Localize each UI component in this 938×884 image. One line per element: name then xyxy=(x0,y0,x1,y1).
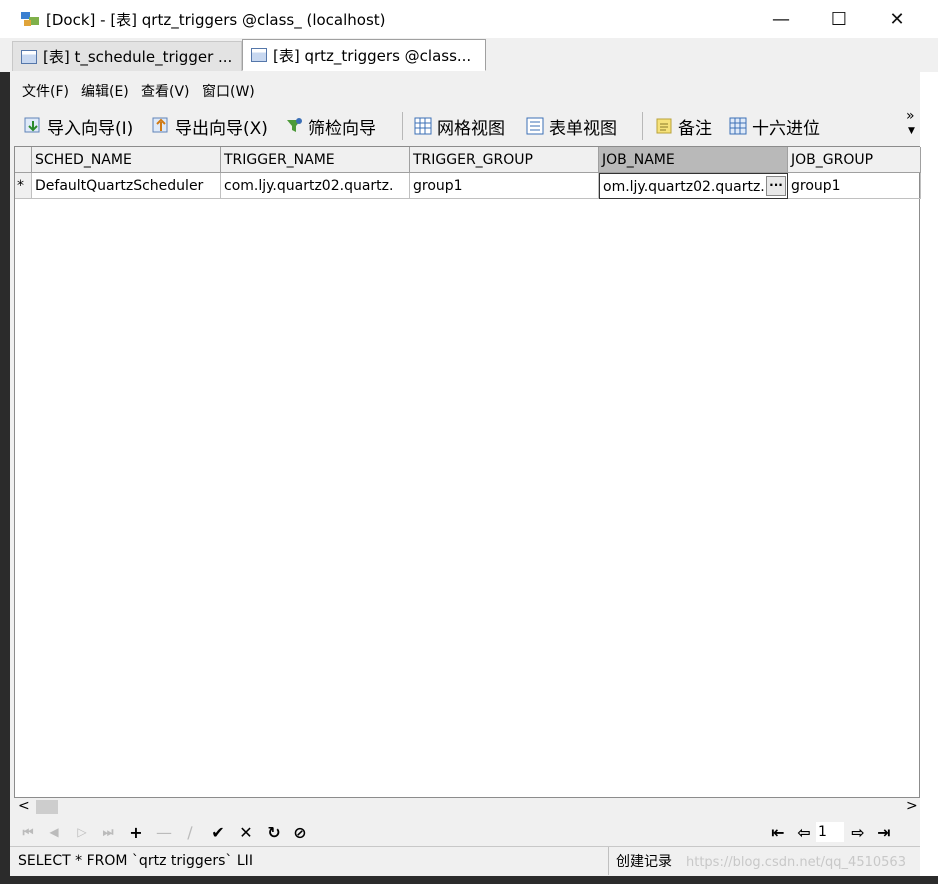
row-marker[interactable]: * xyxy=(15,173,32,199)
tab-label: [表] t_schedule_trigger ... xyxy=(43,48,233,66)
column-header-job-group[interactable]: JOB_GROUP xyxy=(788,147,921,173)
filter-wizard-button[interactable]: 筛检向导 xyxy=(285,113,376,139)
page-next-button[interactable]: ⇨ xyxy=(848,822,868,842)
export-icon xyxy=(152,117,170,135)
import-icon xyxy=(24,117,42,135)
cell-job-name-text: om.ljy.quartz02.quartz. xyxy=(603,179,765,195)
page-last-button[interactable]: ⇥ xyxy=(874,822,894,842)
form-icon xyxy=(526,117,544,135)
cell-sched-name[interactable]: DefaultQuartzScheduler xyxy=(32,173,221,199)
page-prev-button[interactable]: ⇦ xyxy=(794,822,814,842)
status-action-text: 创建记录 xyxy=(616,854,672,870)
row-selector-header xyxy=(15,147,32,173)
apply-changes-button[interactable]: ✔ xyxy=(208,822,228,842)
edit-record-button[interactable]: ∕ xyxy=(180,822,200,842)
record-navigation-bar: ⏮ ◀ ▷ ⏭ + — ∕ ✔ ✕ ↻ ⊘ ⇤ ⇦ 1 ⇨ ⇥ xyxy=(14,818,920,846)
next-record-button[interactable]: ▷ xyxy=(72,822,92,842)
menu-file[interactable]: 文件(F) xyxy=(22,81,69,101)
left-background-strip xyxy=(0,72,10,884)
hex-button[interactable]: 十六进位 xyxy=(729,113,820,139)
table-icon xyxy=(21,49,37,64)
status-divider xyxy=(608,847,609,875)
prev-record-button[interactable]: ◀ xyxy=(44,822,64,842)
first-record-button[interactable]: ⏮ xyxy=(18,822,38,842)
column-header-job-name[interactable]: JOB_NAME xyxy=(599,147,788,173)
menu-edit[interactable]: 编辑(E) xyxy=(81,81,129,101)
toolbar: 导入向导(I) 导出向导(X) 筛检向导 网格视图 表单视图 备注 十六进位 »… xyxy=(18,108,920,144)
grid-icon xyxy=(414,117,432,135)
cell-job-name-editing[interactable]: om.ljy.quartz02.quartz. xyxy=(599,173,788,199)
cancel-changes-button[interactable]: ✕ xyxy=(236,822,256,842)
import-wizard-button[interactable]: 导入向导(I) xyxy=(24,113,133,139)
tab-strip: [表] t_schedule_trigger ... [表] qrtz_trig… xyxy=(10,38,920,73)
tab-t-schedule-trigger[interactable]: [表] t_schedule_trigger ... xyxy=(12,41,242,71)
page-number-input[interactable]: 1 xyxy=(816,822,844,842)
page-first-button[interactable]: ⇤ xyxy=(768,822,788,842)
refresh-button[interactable]: ↻ xyxy=(264,822,284,842)
watermark-text: https://blog.csdn.net/qq_4510563 xyxy=(686,855,906,870)
data-grid: SCHED_NAME TRIGGER_NAME TRIGGER_GROUP JO… xyxy=(14,146,921,798)
title-bar: [Dock] - [表] qrtz_triggers @class_ (loca… xyxy=(0,0,938,38)
form-view-button[interactable]: 表单视图 xyxy=(526,113,617,139)
tab-label: [表] qrtz_triggers @class... xyxy=(273,46,472,65)
tab-qrtz-triggers[interactable]: [表] qrtz_triggers @class... xyxy=(242,39,486,71)
last-record-button[interactable]: ⏭ xyxy=(98,822,118,842)
menu-bar: 文件(F) 编辑(E) 查看(V) 窗口(W) xyxy=(10,72,920,106)
window-title: [Dock] - [表] qrtz_triggers @class_ (loca… xyxy=(46,11,386,29)
filter-icon xyxy=(285,117,303,135)
cell-ellipsis-button[interactable]: ··· xyxy=(766,176,786,196)
toolbar-overflow-button[interactable]: » xyxy=(906,108,915,124)
delete-record-button[interactable]: — xyxy=(154,822,174,842)
memo-icon xyxy=(655,117,673,135)
stop-button[interactable]: ⊘ xyxy=(290,822,310,842)
cell-trigger-group[interactable]: group1 xyxy=(410,173,599,199)
menu-view[interactable]: 查看(V) xyxy=(141,81,190,101)
grid-view-button[interactable]: 网格视图 xyxy=(414,113,505,139)
cell-job-group[interactable]: group1 xyxy=(788,173,921,199)
maximize-button[interactable]: ☐ xyxy=(816,4,862,34)
app-icon xyxy=(20,10,40,28)
right-background-strip xyxy=(920,72,938,884)
menu-window[interactable]: 窗口(W) xyxy=(202,81,255,101)
status-bar: SELECT * FROM `qrtz triggers` LII 创建记录 h… xyxy=(10,846,920,877)
scroll-thumb[interactable] xyxy=(36,800,58,814)
table-icon xyxy=(251,48,267,62)
hex-icon xyxy=(729,117,747,135)
horizontal-scrollbar[interactable]: < > xyxy=(14,798,920,816)
scroll-right-button[interactable]: > xyxy=(906,798,918,814)
close-button[interactable]: ✕ xyxy=(874,4,920,34)
toolbar-separator xyxy=(642,112,643,140)
minimize-button[interactable]: — xyxy=(758,4,804,34)
add-record-button[interactable]: + xyxy=(126,822,146,842)
column-header-trigger-name[interactable]: TRIGGER_NAME xyxy=(221,147,410,173)
scroll-left-button[interactable]: < xyxy=(18,798,30,814)
column-header-trigger-group[interactable]: TRIGGER_GROUP xyxy=(410,147,599,173)
export-wizard-button[interactable]: 导出向导(X) xyxy=(152,113,268,139)
bottom-background-strip xyxy=(0,876,938,884)
column-header-sched-name[interactable]: SCHED_NAME xyxy=(32,147,221,173)
status-sql-text: SELECT * FROM `qrtz triggers` LII xyxy=(18,853,253,869)
toolbar-separator xyxy=(402,112,403,140)
chevron-down-icon[interactable]: ▼ xyxy=(908,126,915,136)
cell-trigger-name[interactable]: com.ljy.quartz02.quartz. xyxy=(221,173,410,199)
memo-button[interactable]: 备注 xyxy=(655,113,712,139)
